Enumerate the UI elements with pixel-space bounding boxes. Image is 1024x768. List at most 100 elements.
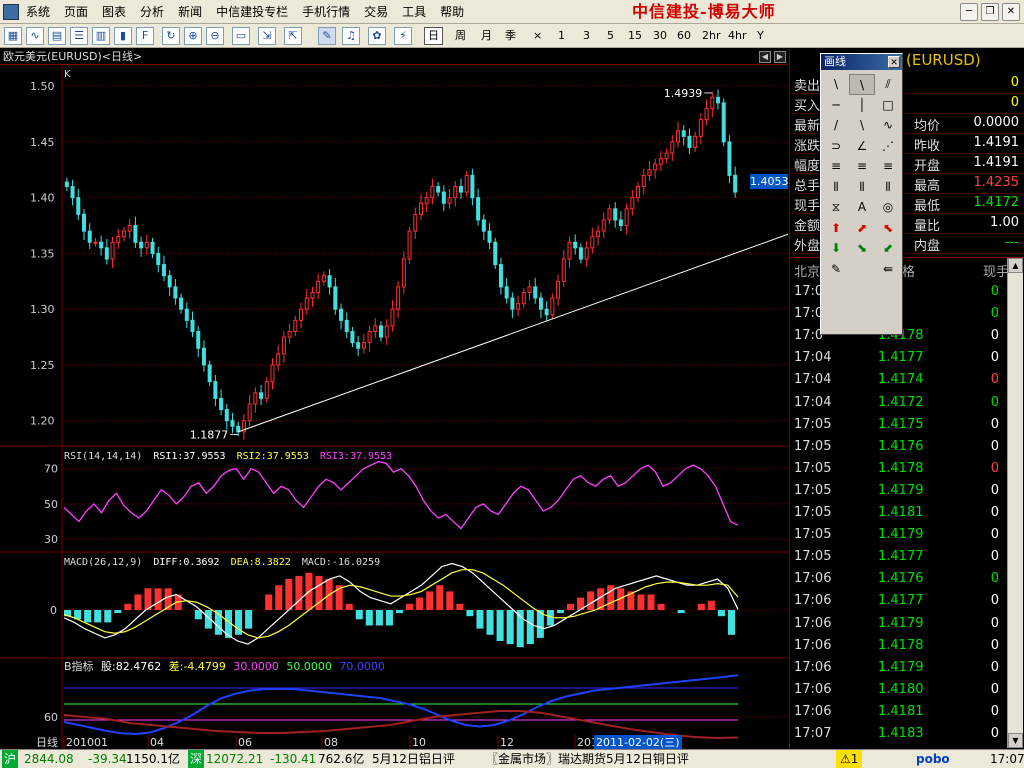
line-chart-icon[interactable]: ∿ [26,27,44,45]
period-week[interactable]: 周 [455,28,466,44]
menu-help[interactable]: 帮助 [440,0,473,24]
draw-tool-icon[interactable]: ◎ [875,197,901,218]
draw-tool-icon[interactable]: ⋰ [875,136,901,157]
tick-scrollbar[interactable]: ▲ ▼ [1007,258,1023,748]
draw-tool-icon[interactable]: ⬈ [849,218,875,239]
list-icon[interactable]: ☰ [70,27,88,45]
draw-tool-icon[interactable]: ≡ [849,156,875,177]
zoom-in-icon[interactable]: ⊕ [184,27,202,45]
candle-body [733,174,738,193]
quote-label-2: 量比 [914,219,941,234]
b-gu-line [63,674,739,736]
close-button[interactable]: ✕ [1002,3,1020,21]
draw-tool-icon[interactable]: ⦀ [849,177,875,198]
candle-body [196,330,201,349]
menu-page[interactable]: 页面 [64,0,97,24]
draw-tool-icon[interactable]: ≡ [823,156,849,177]
chart-icon[interactable]: ▥ [92,27,110,45]
export-icon[interactable]: ⇲ [258,27,276,45]
draw-tools-icon[interactable]: ✎ [318,27,336,45]
draw-tool-icon[interactable]: \ [849,74,875,95]
brand-title: 中信建投-博易大师 [632,2,776,21]
menu-system[interactable]: 系统 [26,0,59,24]
color-icon[interactable]: ✿ [368,27,386,45]
macd-bar [697,603,705,610]
toolbox-close-icon[interactable]: ✕ [888,56,900,68]
period-5min[interactable]: 5 [607,28,614,44]
draw-tool-icon[interactable]: ⇚ [875,259,901,280]
alarm-icon[interactable]: ♫ [342,27,360,45]
period-close[interactable]: × [533,28,542,44]
draw-tool-icon[interactable]: ∠ [849,136,875,157]
draw-tool-icon[interactable]: ⦀ [823,177,849,198]
lightning-icon[interactable]: ⚡ [394,27,412,45]
period-year[interactable]: Y [757,28,764,44]
scroll-left-icon[interactable]: ◀ [759,51,771,63]
period-1min[interactable]: 1 [558,28,565,44]
candle-body [139,241,144,249]
draw-tool-icon[interactable]: ⫽ [875,74,901,95]
scroll-down-icon[interactable]: ▼ [1008,733,1023,748]
draw-tool-icon[interactable]: □ [875,95,901,116]
menu-tools[interactable]: 工具 [402,0,435,24]
restore-button[interactable]: ❐ [981,3,999,21]
draw-tool-icon[interactable]: ✎ [823,259,849,280]
draw-tool-icon[interactable]: ⊃ [823,136,849,157]
tick-time: 17:05 [794,460,832,476]
scroll-up-icon[interactable]: ▲ [1008,258,1023,273]
tick-row: 17:05 1.4175 0 [790,414,1015,436]
grid-view-icon[interactable]: ▦ [4,27,22,45]
macd-bar [466,610,474,617]
f10-icon[interactable]: F [136,27,154,45]
period-month[interactable]: 月 [481,28,492,44]
table-icon[interactable]: ▤ [48,27,66,45]
draw-tool-icon[interactable]: ≡ [875,156,901,177]
market-news[interactable]: 〖金属市场〗瑞达期货5月12日铜日评 [486,750,689,768]
refresh-icon[interactable]: ↻ [162,27,180,45]
menu-citic-column[interactable]: 中信建投专栏 [216,0,297,24]
bars-icon[interactable]: ▮ [114,27,132,45]
zoom-out-icon[interactable]: ⊖ [206,27,224,45]
draw-tool-icon[interactable]: │ [849,95,875,116]
draw-tool-icon[interactable]: ∿ [875,115,901,136]
period-15min[interactable]: 15 [628,28,642,44]
period-2hr[interactable]: 2hr [702,28,721,44]
draw-tool-icon[interactable]: \ [823,74,849,95]
tick-time: 17:06 [794,659,832,675]
draw-tool-icon[interactable]: ⬋ [875,238,901,259]
tick-row: 17:06 1.4181 0 [790,701,1015,723]
draw-tool-icon[interactable]: ⬇ [823,238,849,259]
candle-body [698,119,703,137]
menu-chart[interactable]: 图表 [102,0,135,24]
cursor-date: 2011-02-02(三) [596,736,680,749]
scroll-right-icon[interactable]: ▶ [774,51,786,63]
period-60min[interactable]: 60 [677,28,691,44]
draw-tool-icon[interactable]: ─ [823,95,849,116]
candle-body [464,174,469,193]
draw-tool-icon[interactable]: / [823,115,849,136]
draw-tool-icon[interactable]: ⦀ [875,177,901,198]
menu-trade[interactable]: 交易 [364,0,397,24]
window-icon[interactable]: ▭ [232,27,250,45]
news-ticker[interactable]: 5月12日铝日评 [372,750,455,768]
draw-tool-icon[interactable] [849,259,875,280]
draw-tool-icon[interactable]: ⬊ [849,238,875,259]
draw-tool-icon[interactable]: ⧖ [823,197,849,218]
draw-tool-icon[interactable]: ⬆ [823,218,849,239]
drawing-toolbox[interactable]: 画线 ✕ \ \ ⫽ ─ │ □ / \ ∿ ⊃ ∠ ⋰ ≡ ≡ ≡ ⦀ ⦀ ⦀ ⧖ A ◎ ⬆ ⬈ ⬉ ⬇ ⬊ ⬋ ✎ ⇚ [820,53,903,335]
period-quarter[interactable]: 季 [505,28,516,44]
period-3min[interactable]: 3 [583,28,590,44]
period-day[interactable]: 日 [424,27,443,45]
draw-tool-icon[interactable]: A [849,197,875,218]
draw-tool-icon[interactable]: ⬉ [875,218,901,239]
menu-mobile-quotes[interactable]: 手机行情 [302,0,359,24]
draw-tool-icon[interactable]: \ [849,115,875,136]
minimize-button[interactable]: ─ [960,3,978,21]
import-icon[interactable]: ⇱ [284,27,302,45]
period-30min[interactable]: 30 [653,28,667,44]
alert-icon[interactable]: ⚠1 [836,750,863,768]
menu-analysis[interactable]: 分析 [140,0,173,24]
period-4hr[interactable]: 4hr [728,28,747,44]
chart-area[interactable]: 1.201.251.301.351.401.451.50305070060 K … [0,65,788,749]
menu-news[interactable]: 新闻 [178,0,211,24]
